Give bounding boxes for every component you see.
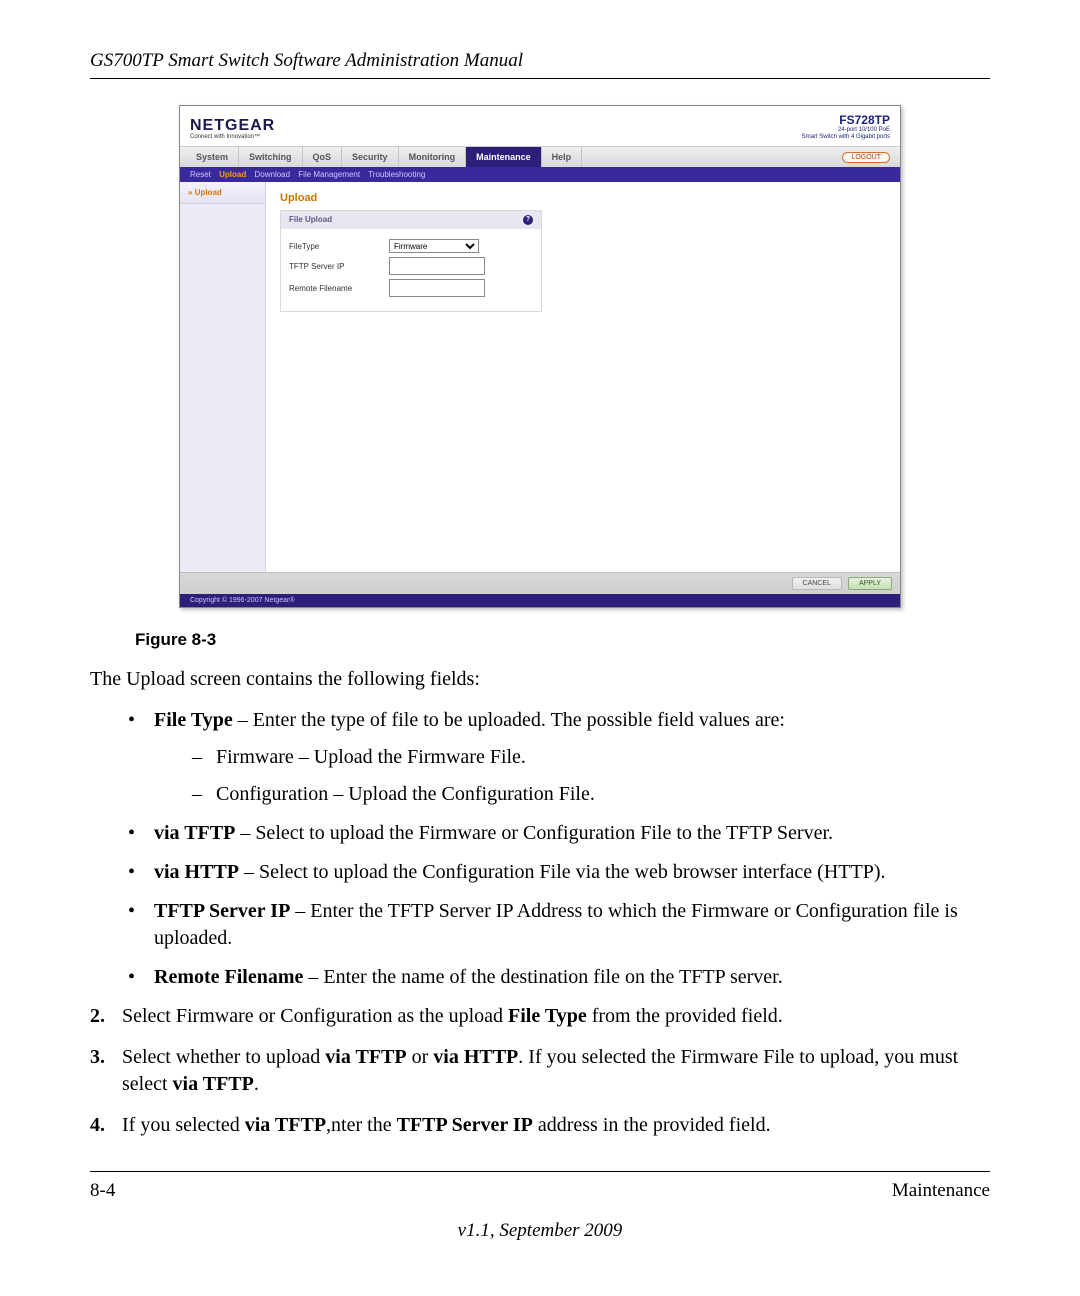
help-icon[interactable]: ? xyxy=(523,215,533,225)
subnav-download[interactable]: Download xyxy=(254,170,290,179)
tab-qos[interactable]: QoS xyxy=(303,147,343,167)
step-2: 2. Select Firmware or Configuration as t… xyxy=(90,1003,990,1030)
subnav-upload[interactable]: Upload xyxy=(219,170,246,179)
version-line: v1.1, September 2009 xyxy=(90,1220,990,1242)
step-4: 4. If you selected via TFTP,nter the TFT… xyxy=(90,1112,990,1139)
divider-bottom xyxy=(90,1171,990,1172)
tab-help[interactable]: Help xyxy=(542,147,583,167)
divider xyxy=(90,78,990,79)
step-3: 3. Select whether to upload via TFTP or … xyxy=(90,1044,990,1098)
figure-caption: Figure 8-3 xyxy=(135,630,990,650)
brand-tagline: Connect with Innovation™ xyxy=(190,134,275,140)
filetype-label: FileType xyxy=(289,242,389,251)
subnav: Reset Upload Download File Management Tr… xyxy=(180,167,900,182)
intro-text: The Upload screen contains the following… xyxy=(90,668,990,691)
model-name: FS728TP xyxy=(802,114,890,127)
subnav-troubleshoot[interactable]: Troubleshooting xyxy=(368,170,425,179)
cancel-button[interactable]: CANCEL xyxy=(792,577,842,590)
remote-filename-input[interactable] xyxy=(389,279,485,297)
brand-logo: NETGEAR xyxy=(190,118,275,134)
remote-filename-label: Remote Filename xyxy=(289,284,389,293)
logout-button[interactable]: LOGOUT xyxy=(842,152,890,163)
tab-security[interactable]: Security xyxy=(342,147,399,167)
bullet-tftp-ip: TFTP Server IP – Enter the TFTP Server I… xyxy=(128,898,990,952)
sidebar-item-upload[interactable]: » Upload xyxy=(180,182,265,204)
page-number: 8-4 xyxy=(90,1180,115,1202)
running-header: GS700TP Smart Switch Software Administra… xyxy=(90,50,990,72)
tab-system[interactable]: System xyxy=(186,147,239,167)
panel-title: Upload xyxy=(280,192,886,204)
bullet-remote: Remote Filename – Enter the name of the … xyxy=(128,964,990,991)
copyright: Copyright © 1996-2007 Netgear® xyxy=(180,594,900,607)
bullet-filetype: File Type – Enter the type of file to be… xyxy=(128,707,990,808)
bullet-via-tftp: via TFTP – Select to upload the Firmware… xyxy=(128,820,990,847)
tftp-ip-input[interactable] xyxy=(389,257,485,275)
tab-switching[interactable]: Switching xyxy=(239,147,303,167)
subnav-filemgmt[interactable]: File Management xyxy=(298,170,360,179)
panel-head-label: File Upload xyxy=(289,215,332,225)
model-sub1: 24-port 10/100 PoE xyxy=(802,127,890,134)
tab-monitoring[interactable]: Monitoring xyxy=(399,147,467,167)
section-name: Maintenance xyxy=(892,1180,990,1202)
bullet-via-http: via HTTP – Select to upload the Configur… xyxy=(128,859,990,886)
screenshot-figure: NETGEAR Connect with Innovation™ FS728TP… xyxy=(179,105,901,608)
tab-maintenance[interactable]: Maintenance xyxy=(466,147,542,167)
apply-button[interactable]: APPLY xyxy=(848,577,892,590)
tftp-ip-label: TFTP Server IP xyxy=(289,262,389,271)
subnav-reset[interactable]: Reset xyxy=(190,170,211,179)
dash-firmware: Firmware – Upload the Firmware File. xyxy=(192,744,990,771)
filetype-select[interactable]: Firmware xyxy=(389,239,479,253)
dash-configuration: Configuration – Upload the Configuration… xyxy=(192,781,990,808)
model-sub2: Smart Switch with 4 Gigabit ports xyxy=(802,134,890,141)
